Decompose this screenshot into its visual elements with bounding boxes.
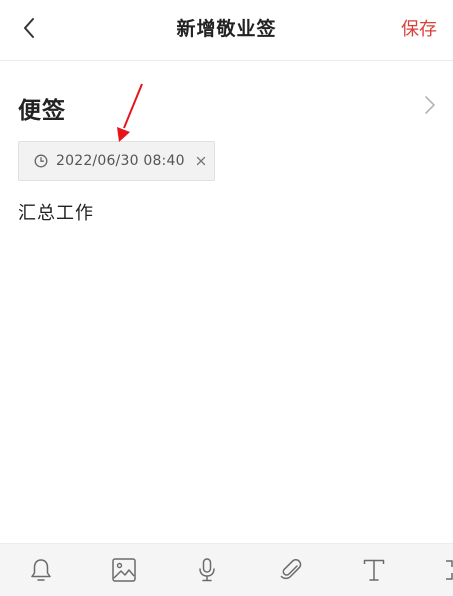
- paperclip-icon: [280, 559, 302, 580]
- bell-icon: [31, 559, 51, 581]
- insert-image-button[interactable]: [109, 555, 139, 585]
- save-button[interactable]: 保存: [401, 15, 437, 41]
- annotation-arrow: [117, 83, 143, 142]
- text-format-icon: [363, 559, 385, 581]
- note-editor-screen: 新增敬业签 保存 便签 2022/06/30 08:40 汇总工作: [0, 0, 453, 596]
- expand-button[interactable]: [438, 555, 453, 585]
- category-select-button[interactable]: [421, 94, 439, 116]
- header-bar: 新增敬业签 保存: [0, 0, 453, 61]
- clock-icon: [34, 154, 48, 168]
- image-icon: [112, 558, 136, 582]
- reminder-datetime: 2022/06/30 08:40: [56, 153, 185, 169]
- remove-reminder-button[interactable]: [195, 155, 207, 167]
- chevron-right-icon: [425, 96, 435, 114]
- note-category-title[interactable]: 便签: [18, 91, 66, 125]
- bottom-toolbar: [0, 543, 453, 596]
- expand-icon: [446, 560, 453, 580]
- reminder-button[interactable]: [26, 555, 56, 585]
- reminder-chip[interactable]: 2022/06/30 08:40: [18, 141, 215, 181]
- close-icon: [196, 156, 205, 166]
- microphone-icon: [199, 558, 215, 582]
- note-content[interactable]: 汇总工作: [18, 199, 94, 225]
- text-format-button[interactable]: [359, 555, 389, 585]
- page-title: 新增敬业签: [176, 18, 277, 40]
- voice-input-button[interactable]: [192, 555, 222, 585]
- attachment-button[interactable]: [276, 555, 306, 585]
